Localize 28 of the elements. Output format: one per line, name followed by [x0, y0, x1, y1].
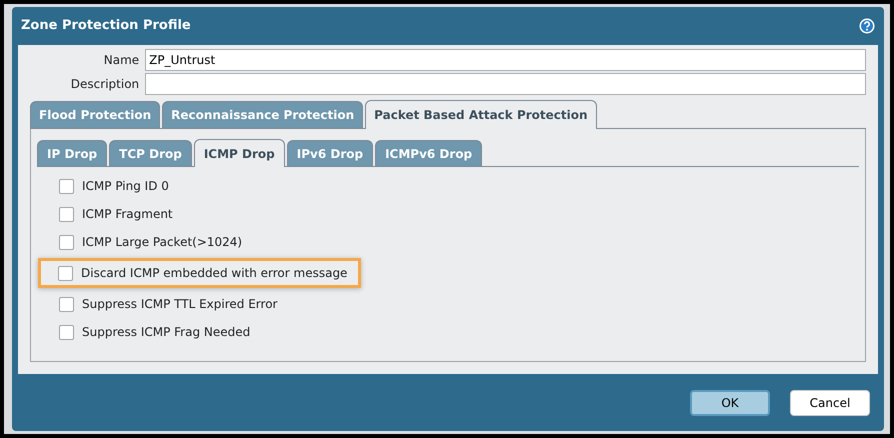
tab[interactable]: IP Drop	[37, 140, 108, 166]
tab[interactable]: ICMP Drop	[194, 139, 285, 167]
tab[interactable]: ICMPv6 Drop	[375, 140, 482, 166]
tab[interactable]: Packet Based Attack Protection	[365, 100, 597, 129]
checkbox[interactable]	[59, 296, 74, 312]
checkbox[interactable]	[59, 234, 74, 250]
tab[interactable]: Reconnaissance Protection	[162, 101, 364, 128]
tab[interactable]: TCP Drop	[109, 140, 192, 166]
text-field[interactable]: ZP_Untrust	[145, 49, 866, 71]
checkbox[interactable]	[59, 178, 74, 194]
text-field[interactable]	[145, 73, 866, 95]
checkbox-label: ICMP Large Packet(>1024)	[82, 234, 242, 251]
checkbox-label: ICMP Ping ID 0	[82, 178, 169, 195]
cancel-button[interactable]: Cancel	[790, 390, 870, 416]
checkbox-label: Suppress ICMP Frag Needed	[82, 324, 250, 341]
checkbox[interactable]	[59, 324, 74, 340]
field-label: Description	[70, 76, 140, 93]
tab[interactable]: Flood Protection	[30, 101, 160, 128]
field-label: Name	[102, 52, 140, 69]
checkbox[interactable]	[58, 266, 73, 280]
checkbox[interactable]	[59, 206, 74, 222]
help-icon[interactable]	[859, 18, 875, 34]
tab[interactable]: IPv6 Drop	[286, 140, 374, 166]
dialog-title: Zone Protection Profile	[21, 17, 191, 36]
checkbox-label: ICMP Fragment	[82, 206, 173, 223]
checkbox-label: Discard ICMP embedded with error message	[81, 265, 348, 282]
ok-button[interactable]: OK	[690, 390, 770, 416]
checkbox-label: Suppress ICMP TTL Expired Error	[82, 296, 278, 313]
